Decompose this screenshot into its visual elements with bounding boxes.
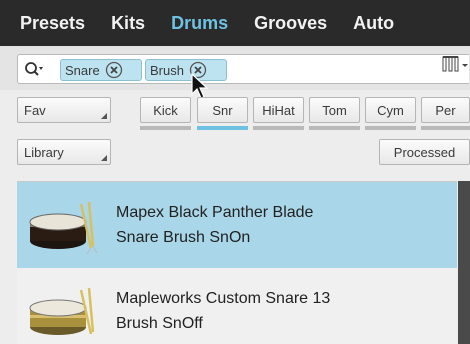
list-item[interactable]: Mapleworks Custom Snare 13 Brush SnOff — [17, 268, 457, 344]
filter-cym-button[interactable]: Cym — [365, 97, 416, 123]
close-icon[interactable] — [105, 61, 123, 79]
filter-tom-button[interactable]: Tom — [309, 97, 360, 123]
results-list: Mapex Black Panther Blade Snare Brush Sn… — [17, 181, 457, 344]
item-title: Mapex Black Panther Blade — [116, 204, 314, 221]
search-icon[interactable] — [24, 61, 44, 79]
fav-dropdown[interactable]: Fav — [17, 97, 111, 123]
filter-per-button[interactable]: Per — [421, 97, 470, 123]
list-item[interactable]: Mapex Black Panther Blade Snare Brush Sn… — [17, 182, 457, 268]
search-tag-snare[interactable]: Snare — [60, 59, 142, 81]
tab-drums[interactable]: Drums — [171, 13, 228, 34]
search-input[interactable]: Snare Brush — [17, 54, 469, 84]
tab-grooves[interactable]: Grooves — [254, 13, 327, 34]
search-tag-brush[interactable]: Brush — [145, 59, 227, 81]
filter-indicator — [421, 126, 470, 130]
filter-indicator — [309, 126, 360, 130]
filter-indicator — [140, 126, 191, 130]
item-subtitle: Snare Brush SnOn — [116, 229, 251, 246]
columns-menu-icon[interactable] — [442, 55, 470, 75]
filter-indicator — [365, 126, 416, 130]
filter-kick-button[interactable]: Kick — [140, 97, 191, 123]
search-tag-label: Brush — [150, 62, 184, 78]
filter-hihat-button[interactable]: HiHat — [253, 97, 304, 123]
tab-presets[interactable]: Presets — [20, 13, 85, 34]
filter-indicator-active — [197, 126, 248, 130]
filter-indicator — [253, 126, 304, 130]
filter-snr-button[interactable]: Snr — [197, 97, 248, 123]
tab-kits[interactable]: Kits — [111, 13, 145, 34]
item-title: Mapleworks Custom Snare 13 — [116, 290, 331, 307]
item-subtitle: Brush SnOff — [116, 315, 203, 332]
library-dropdown[interactable]: Library — [17, 139, 111, 165]
processed-button[interactable]: Processed — [379, 139, 470, 165]
search-tag-label: Snare — [65, 62, 100, 78]
top-tab-bar: Presets Kits Drums Grooves Auto — [0, 0, 470, 46]
search-row: Snare Brush — [0, 46, 470, 90]
list-scrollbar[interactable] — [458, 181, 470, 344]
tab-auto[interactable]: Auto — [353, 13, 394, 34]
snare-drum-thumbnail — [29, 201, 98, 255]
snare-drum-thumbnail — [29, 287, 95, 335]
